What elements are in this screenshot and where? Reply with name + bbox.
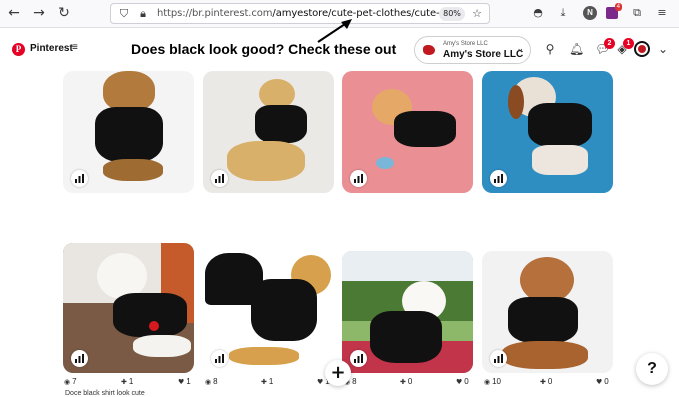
- zoom-level-badge[interactable]: 80%: [439, 7, 465, 21]
- stats-button[interactable]: [211, 170, 228, 187]
- reaction-icon: ♥: [456, 378, 463, 386]
- reactions-stat: ♥ 0: [456, 377, 469, 386]
- black-shirt: [113, 293, 187, 337]
- brand-name[interactable]: Pinterest: [30, 43, 73, 54]
- create-pin-button[interactable]: +: [325, 360, 351, 386]
- user-avatar[interactable]: [634, 41, 650, 57]
- store-label: Amy's Store LLC: [443, 49, 524, 60]
- messages-badge: 2: [604, 38, 615, 49]
- pin-stats: ◉ 7 ✚ 1 ♥ 1: [64, 377, 194, 391]
- shield-icon[interactable]: ⛉: [117, 7, 131, 21]
- address-bar[interactable]: ⛉ 🔒︎ https://br.pinterest.com/amyestore/…: [110, 3, 490, 24]
- search-icon[interactable]: ⚲: [543, 42, 557, 56]
- reaction-icon: ♥: [178, 378, 185, 386]
- dog-legs: [502, 341, 588, 369]
- pin-icon: ✚: [261, 378, 267, 386]
- saves-stat: ✚ 0: [540, 377, 553, 386]
- saves-stat: ✚ 1: [121, 377, 134, 386]
- back-arrow-icon[interactable]: ←: [6, 5, 22, 21]
- extensions-puzzle-icon[interactable]: ⧉: [630, 6, 644, 20]
- stats-button[interactable]: [211, 350, 228, 367]
- pinterest-logo-icon[interactable]: P: [12, 43, 25, 56]
- saves-stat: ✚ 0: [400, 377, 413, 386]
- heart-print: [149, 321, 159, 331]
- hamburger-menu-icon[interactable]: ≡: [655, 6, 669, 20]
- dog-legs: [227, 141, 305, 181]
- stats-button[interactable]: [490, 170, 507, 187]
- toy-ball: [376, 157, 394, 169]
- stats-button[interactable]: [490, 350, 507, 367]
- reaction-icon: ♥: [317, 378, 324, 386]
- reactions-stat: ♥ 0: [596, 377, 609, 386]
- reaction-icon: ♥: [596, 378, 603, 386]
- url-text[interactable]: https://br.pinterest.com/amyestore/cute-…: [157, 8, 462, 19]
- annotation-headline: Does black look good? Check these out: [131, 41, 397, 57]
- store-avatar: [420, 41, 438, 59]
- account-switcher[interactable]: Amy's Store LLC Amy's Store LLC ⌄: [414, 36, 531, 64]
- pin-icon: ✚: [540, 378, 546, 386]
- pin-stats: ◉8 ✚0 ♥0: [344, 377, 474, 391]
- pin-card[interactable]: [203, 251, 334, 373]
- download-icon[interactable]: ⤓: [556, 6, 570, 20]
- pin-card[interactable]: [203, 71, 334, 193]
- black-shirt: [528, 103, 592, 147]
- lock-icon[interactable]: 🔒︎: [136, 7, 150, 21]
- black-shirt: [394, 111, 456, 147]
- reload-icon[interactable]: ↻: [56, 5, 72, 21]
- pin-card[interactable]: [482, 71, 613, 193]
- annotation-arrow: [317, 19, 352, 43]
- dog-legs: [229, 347, 299, 365]
- pin-card[interactable]: [63, 243, 194, 373]
- eye-icon: ◉: [64, 378, 71, 386]
- store-label-small: Amy's Store LLC: [443, 41, 488, 47]
- pin-title[interactable]: Doce black shirt look cute: [65, 390, 145, 397]
- pin-card[interactable]: [342, 71, 473, 193]
- pin-card[interactable]: [482, 251, 613, 373]
- dog-image: [103, 71, 155, 111]
- updates-badge: 1: [623, 38, 634, 49]
- pin-icon: ✚: [400, 378, 406, 386]
- pin-stats: ◉8 ✚1 ♥1: [205, 377, 335, 391]
- help-button[interactable]: ?: [636, 353, 668, 385]
- stats-button[interactable]: [350, 170, 367, 187]
- views-stat: ◉8: [205, 377, 218, 386]
- pin-stats: ◉ 10 ✚ 0 ♥ 0: [484, 377, 614, 391]
- extension-badge-icon[interactable]: 4: [606, 3, 622, 19]
- chevron-down-icon[interactable]: ⌄: [656, 42, 670, 56]
- stats-button[interactable]: [350, 350, 367, 367]
- black-shirt: [508, 297, 578, 343]
- menu-icon[interactable]: ≡: [72, 42, 78, 53]
- bell-icon[interactable]: 🔔︎: [569, 42, 584, 56]
- black-shirt: [370, 311, 442, 363]
- views-stat: ◉ 7: [64, 377, 77, 386]
- black-shirt: [255, 105, 307, 143]
- extension-n-icon[interactable]: N: [583, 6, 597, 20]
- dog-legs: [133, 335, 191, 357]
- saves-stat: ✚ 1: [261, 377, 274, 386]
- pin-icon: ✚: [121, 378, 127, 386]
- black-shirt: [95, 107, 163, 162]
- pocket-icon[interactable]: ◓: [531, 6, 545, 20]
- views-stat: ◉ 10: [484, 377, 502, 386]
- star-bookmark-icon[interactable]: ☆: [470, 7, 484, 21]
- black-hoodie-on-dog: [251, 279, 317, 341]
- eye-icon: ◉: [205, 378, 212, 386]
- pin-card[interactable]: [342, 251, 473, 373]
- pin-card[interactable]: [63, 71, 194, 193]
- forward-arrow-icon[interactable]: →: [31, 5, 47, 21]
- dog-ear: [508, 85, 524, 119]
- stats-button[interactable]: [71, 170, 88, 187]
- dog-legs: [532, 145, 588, 175]
- eye-icon: ◉: [484, 378, 491, 386]
- reactions-stat: ♥1: [178, 377, 191, 386]
- chevron-down-icon: ⌄: [516, 44, 524, 54]
- dog-legs: [103, 159, 163, 181]
- stats-button[interactable]: [71, 350, 88, 367]
